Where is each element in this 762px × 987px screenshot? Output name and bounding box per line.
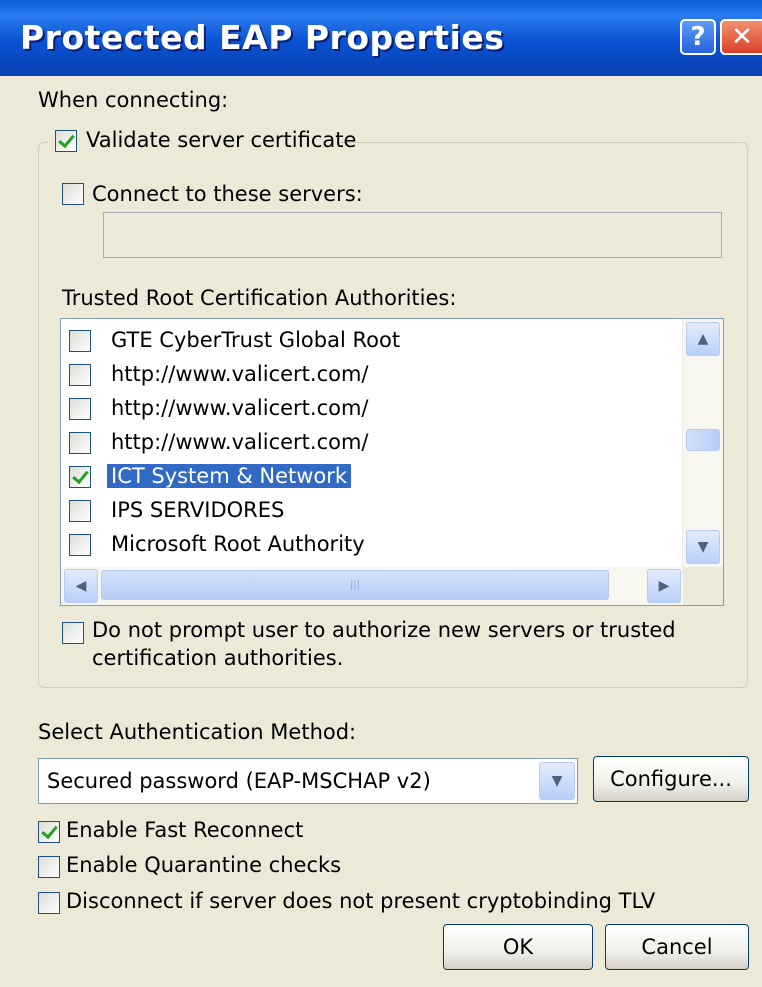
chevron-down-icon: ▼ xyxy=(551,773,563,789)
scroll-right-button[interactable]: ▶ xyxy=(647,569,681,603)
list-item[interactable]: ICT System & Network xyxy=(69,461,669,495)
trusted-root-label: Trusted Root Certification Authorities: xyxy=(62,286,457,310)
validate-cert-checkbox[interactable] xyxy=(55,130,77,152)
ok-button-label: OK xyxy=(502,935,534,959)
ok-button[interactable]: OK xyxy=(443,924,593,970)
enable-quarantine-checkbox[interactable] xyxy=(38,856,60,878)
close-button[interactable]: ✕ xyxy=(720,19,762,55)
dropdown-arrow-button[interactable]: ▼ xyxy=(539,762,575,800)
enable-quarantine-label: Enable Quarantine checks xyxy=(66,853,342,877)
vertical-scrollbar[interactable]: ▲ ▼ xyxy=(682,319,723,567)
cancel-button-label: Cancel xyxy=(641,935,713,959)
scroll-down-button[interactable]: ▼ xyxy=(686,530,720,564)
ca-label: IPS SERVIDORES xyxy=(111,498,285,522)
ca-checkbox[interactable] xyxy=(69,534,91,556)
scroll-up-button[interactable]: ▲ xyxy=(686,322,720,356)
ca-checkbox[interactable] xyxy=(69,500,91,522)
ca-checkbox[interactable] xyxy=(69,432,91,454)
ca-label: http://www.valicert.com/ xyxy=(111,396,369,420)
disconnect-tlv-checkbox[interactable] xyxy=(38,892,60,914)
enable-fast-reconnect-label: Enable Fast Reconnect xyxy=(66,818,304,842)
chevron-up-icon: ▲ xyxy=(697,331,709,347)
list-item[interactable]: GTE CyberTrust Global Root xyxy=(69,325,669,359)
help-icon: ? xyxy=(690,22,706,52)
do-not-prompt-label-line2: certification authorities. xyxy=(92,646,344,670)
horizontal-scrollbar[interactable]: ◀ ||| ▶ xyxy=(61,567,683,605)
window-title: Protected EAP Properties xyxy=(20,18,505,57)
horizontal-scroll-thumb[interactable]: ||| xyxy=(101,570,609,600)
configure-button[interactable]: Configure... xyxy=(593,756,749,802)
ca-label: http://www.valicert.com/ xyxy=(111,430,369,454)
do-not-prompt-label-line1: Do not prompt user to authorize new serv… xyxy=(92,618,676,642)
enable-fast-reconnect-checkbox[interactable] xyxy=(38,821,60,843)
ca-listbox[interactable]: GTE CyberTrust Global Root http://www.va… xyxy=(60,318,724,606)
connect-servers-label: Connect to these servers: xyxy=(92,182,363,206)
close-icon: ✕ xyxy=(731,22,753,52)
auth-method-value: Secured password (EAP-MSCHAP v2) xyxy=(47,769,431,793)
disconnect-tlv-label: Disconnect if server does not present cr… xyxy=(66,889,656,913)
list-item[interactable]: IPS SERVIDORES xyxy=(69,495,669,529)
servers-input[interactable] xyxy=(103,212,722,258)
list-item[interactable]: Microsoft Root Authority xyxy=(69,529,669,563)
list-item[interactable]: http://www.valicert.com/ xyxy=(69,359,669,393)
configure-button-label: Configure... xyxy=(610,767,732,791)
title-bar[interactable]: Protected EAP Properties ? ✕ xyxy=(0,0,762,76)
help-button[interactable]: ? xyxy=(680,19,716,55)
ca-label: ICT System & Network xyxy=(107,464,352,488)
ca-label: GTE CyberTrust Global Root xyxy=(111,328,401,352)
ca-checkbox[interactable] xyxy=(69,330,91,352)
ca-label: http://www.valicert.com/ xyxy=(111,362,369,386)
when-connecting-label: When connecting: xyxy=(38,88,229,112)
list-item[interactable]: http://www.valicert.com/ xyxy=(69,427,669,461)
auth-method-select[interactable]: Secured password (EAP-MSCHAP v2) ▼ xyxy=(38,758,578,804)
chevron-right-icon: ▶ xyxy=(658,578,670,594)
ca-checkbox[interactable] xyxy=(69,364,91,386)
connect-servers-checkbox[interactable] xyxy=(62,183,84,205)
validate-cert-label: Validate server certificate xyxy=(86,128,357,152)
vertical-scroll-thumb[interactable] xyxy=(686,429,720,451)
chevron-left-icon: ◀ xyxy=(75,578,87,594)
scroll-left-button[interactable]: ◀ xyxy=(64,569,98,603)
ca-checkbox[interactable] xyxy=(69,398,91,420)
ca-label: Microsoft Root Authority xyxy=(111,532,365,556)
scroll-corner xyxy=(683,567,723,605)
cancel-button[interactable]: Cancel xyxy=(605,924,749,970)
grip-icon: ||| xyxy=(349,579,361,591)
do-not-prompt-checkbox[interactable] xyxy=(62,622,84,644)
list-item[interactable]: http://www.valicert.com/ xyxy=(69,393,669,427)
chevron-down-icon: ▼ xyxy=(697,539,709,555)
auth-method-label: Select Authentication Method: xyxy=(38,720,357,744)
ca-checkbox[interactable] xyxy=(69,466,91,488)
